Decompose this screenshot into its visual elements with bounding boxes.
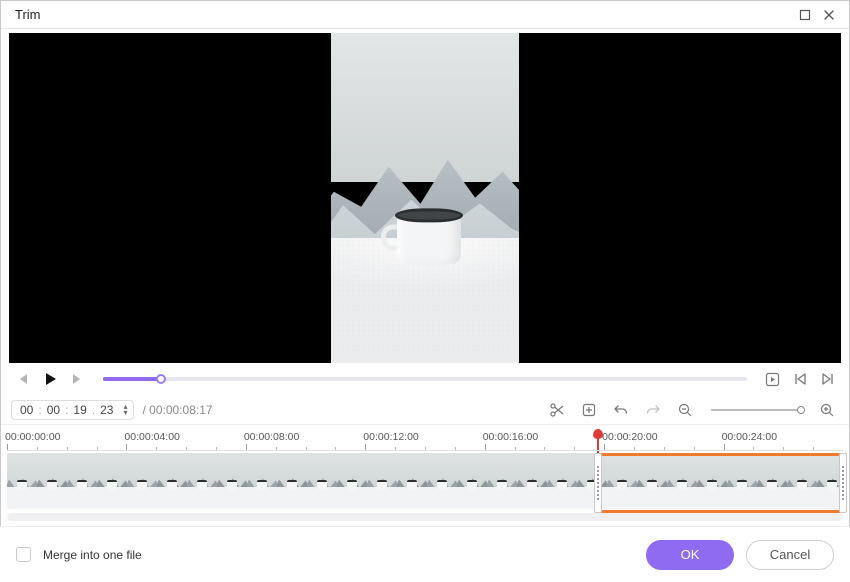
titlebar: Trim bbox=[1, 1, 849, 29]
zoom-out-icon bbox=[677, 402, 693, 418]
merge-checkbox[interactable] bbox=[16, 547, 31, 562]
timeline-thumbnail[interactable] bbox=[667, 453, 697, 509]
next-frame-icon bbox=[71, 372, 85, 386]
timeline-thumbnail[interactable] bbox=[727, 453, 757, 509]
zoom-slider[interactable] bbox=[711, 409, 801, 411]
tools-row: 00: 00: 19. 23 ▴ ▾ / 00:00:08:17 bbox=[1, 395, 849, 425]
undo-icon bbox=[613, 402, 629, 418]
cancel-button[interactable]: Cancel bbox=[746, 540, 834, 570]
redo-icon bbox=[645, 402, 661, 418]
duration-label: / 00:00:08:17 bbox=[142, 403, 212, 417]
tc-hh[interactable]: 00 bbox=[20, 403, 33, 417]
window-title: Trim bbox=[9, 7, 793, 22]
timeline-thumbnail[interactable] bbox=[547, 453, 577, 509]
add-marker-button[interactable] bbox=[577, 398, 601, 422]
redo-button[interactable] bbox=[641, 398, 665, 422]
skip-end-icon bbox=[821, 372, 835, 386]
playlist-button[interactable] bbox=[761, 368, 783, 390]
timeline-thumbnail[interactable] bbox=[217, 453, 247, 509]
timeline-thumbnail[interactable] bbox=[277, 453, 307, 509]
timeline-thumbnail[interactable] bbox=[697, 453, 727, 509]
timeline-thumbnail[interactable] bbox=[367, 453, 397, 509]
ok-button[interactable]: OK bbox=[646, 540, 734, 570]
prev-frame-button[interactable] bbox=[11, 368, 33, 390]
timeline-thumbnail[interactable] bbox=[337, 453, 367, 509]
timeline-strip-wrap bbox=[7, 453, 843, 521]
progress-fill bbox=[103, 377, 161, 381]
timeline-thumbnail[interactable] bbox=[457, 453, 487, 509]
timeline-thumbnail[interactable] bbox=[37, 453, 67, 509]
timeline-thumbnail[interactable] bbox=[307, 453, 337, 509]
maximize-icon bbox=[799, 9, 811, 21]
tc-ss[interactable]: 19 bbox=[73, 403, 86, 417]
timeline-thumbnail[interactable] bbox=[487, 453, 517, 509]
timeline-thumbnail[interactable] bbox=[607, 453, 637, 509]
playlist-icon bbox=[765, 372, 780, 387]
trim-handle-right[interactable] bbox=[839, 453, 847, 513]
close-icon bbox=[823, 9, 835, 21]
zoom-in-button[interactable] bbox=[815, 398, 839, 422]
play-icon bbox=[42, 371, 58, 387]
tc-mm[interactable]: 00 bbox=[47, 403, 60, 417]
ruler-label: 00:00:12:00 bbox=[363, 431, 418, 443]
tc-ff[interactable]: 23 bbox=[100, 403, 113, 417]
zoom-in-icon bbox=[819, 402, 835, 418]
timeline-thumbnail[interactable] bbox=[517, 453, 547, 509]
add-marker-icon bbox=[581, 402, 597, 418]
timeline-thumbnail[interactable] bbox=[97, 453, 127, 509]
stepper-down-icon[interactable]: ▾ bbox=[121, 410, 129, 416]
skip-start-button[interactable] bbox=[789, 368, 811, 390]
video-preview[interactable] bbox=[9, 33, 841, 363]
timeline-strip[interactable] bbox=[7, 453, 843, 509]
merge-label: Merge into one file bbox=[43, 548, 142, 562]
footer: Merge into one file OK Cancel bbox=[0, 526, 850, 582]
timeline-thumbnail[interactable] bbox=[757, 453, 787, 509]
close-button[interactable] bbox=[817, 5, 841, 25]
prev-frame-icon bbox=[15, 372, 29, 386]
timecode-input[interactable]: 00: 00: 19. 23 ▴ ▾ bbox=[11, 400, 134, 420]
ruler-label: 00:00:00:00 bbox=[5, 431, 60, 443]
timeline-thumbnail[interactable] bbox=[577, 453, 607, 509]
progress-track[interactable] bbox=[103, 377, 747, 381]
skip-start-icon bbox=[793, 372, 807, 386]
timeline-ruler[interactable]: 00:00:00:00 00:00:04:00 00:00:08:00 00:00:1… bbox=[7, 429, 843, 451]
ruler-label: 00:00:04:00 bbox=[124, 431, 179, 443]
zoom-thumb[interactable] bbox=[797, 406, 805, 414]
maximize-button[interactable] bbox=[793, 5, 817, 25]
ruler-label: 00:00:08:00 bbox=[244, 431, 299, 443]
skip-end-button[interactable] bbox=[817, 368, 839, 390]
progress-thumb[interactable] bbox=[156, 374, 166, 384]
timeline-thumbnail[interactable] bbox=[637, 453, 667, 509]
timeline-thumbnail[interactable] bbox=[7, 453, 37, 509]
preview-subject bbox=[389, 204, 461, 264]
trim-handle-left[interactable] bbox=[594, 453, 602, 513]
ruler-label: 00:00:16:00 bbox=[483, 431, 538, 443]
timeline-thumbnail[interactable] bbox=[397, 453, 427, 509]
timeline-thumbnail[interactable] bbox=[67, 453, 97, 509]
strip-scrollbar[interactable] bbox=[7, 513, 843, 521]
play-button[interactable] bbox=[39, 368, 61, 390]
zoom-out-button[interactable] bbox=[673, 398, 697, 422]
scissors-icon bbox=[549, 402, 565, 418]
timeline-thumbnail[interactable] bbox=[157, 453, 187, 509]
timeline-thumbnail[interactable] bbox=[187, 453, 217, 509]
timeline-thumbnail[interactable] bbox=[247, 453, 277, 509]
playback-controls bbox=[1, 363, 849, 395]
timeline-thumbnail[interactable] bbox=[787, 453, 817, 509]
split-button[interactable] bbox=[545, 398, 569, 422]
ruler-label: 00:00:24:00 bbox=[722, 431, 777, 443]
timecode-stepper[interactable]: ▴ ▾ bbox=[121, 404, 129, 416]
timeline-thumbnail[interactable] bbox=[427, 453, 457, 509]
ruler-label: 00:00:20:00 bbox=[602, 431, 657, 443]
preview-frame bbox=[331, 33, 519, 363]
timeline-thumbnail[interactable] bbox=[127, 453, 157, 509]
undo-button[interactable] bbox=[609, 398, 633, 422]
next-frame-button[interactable] bbox=[67, 368, 89, 390]
